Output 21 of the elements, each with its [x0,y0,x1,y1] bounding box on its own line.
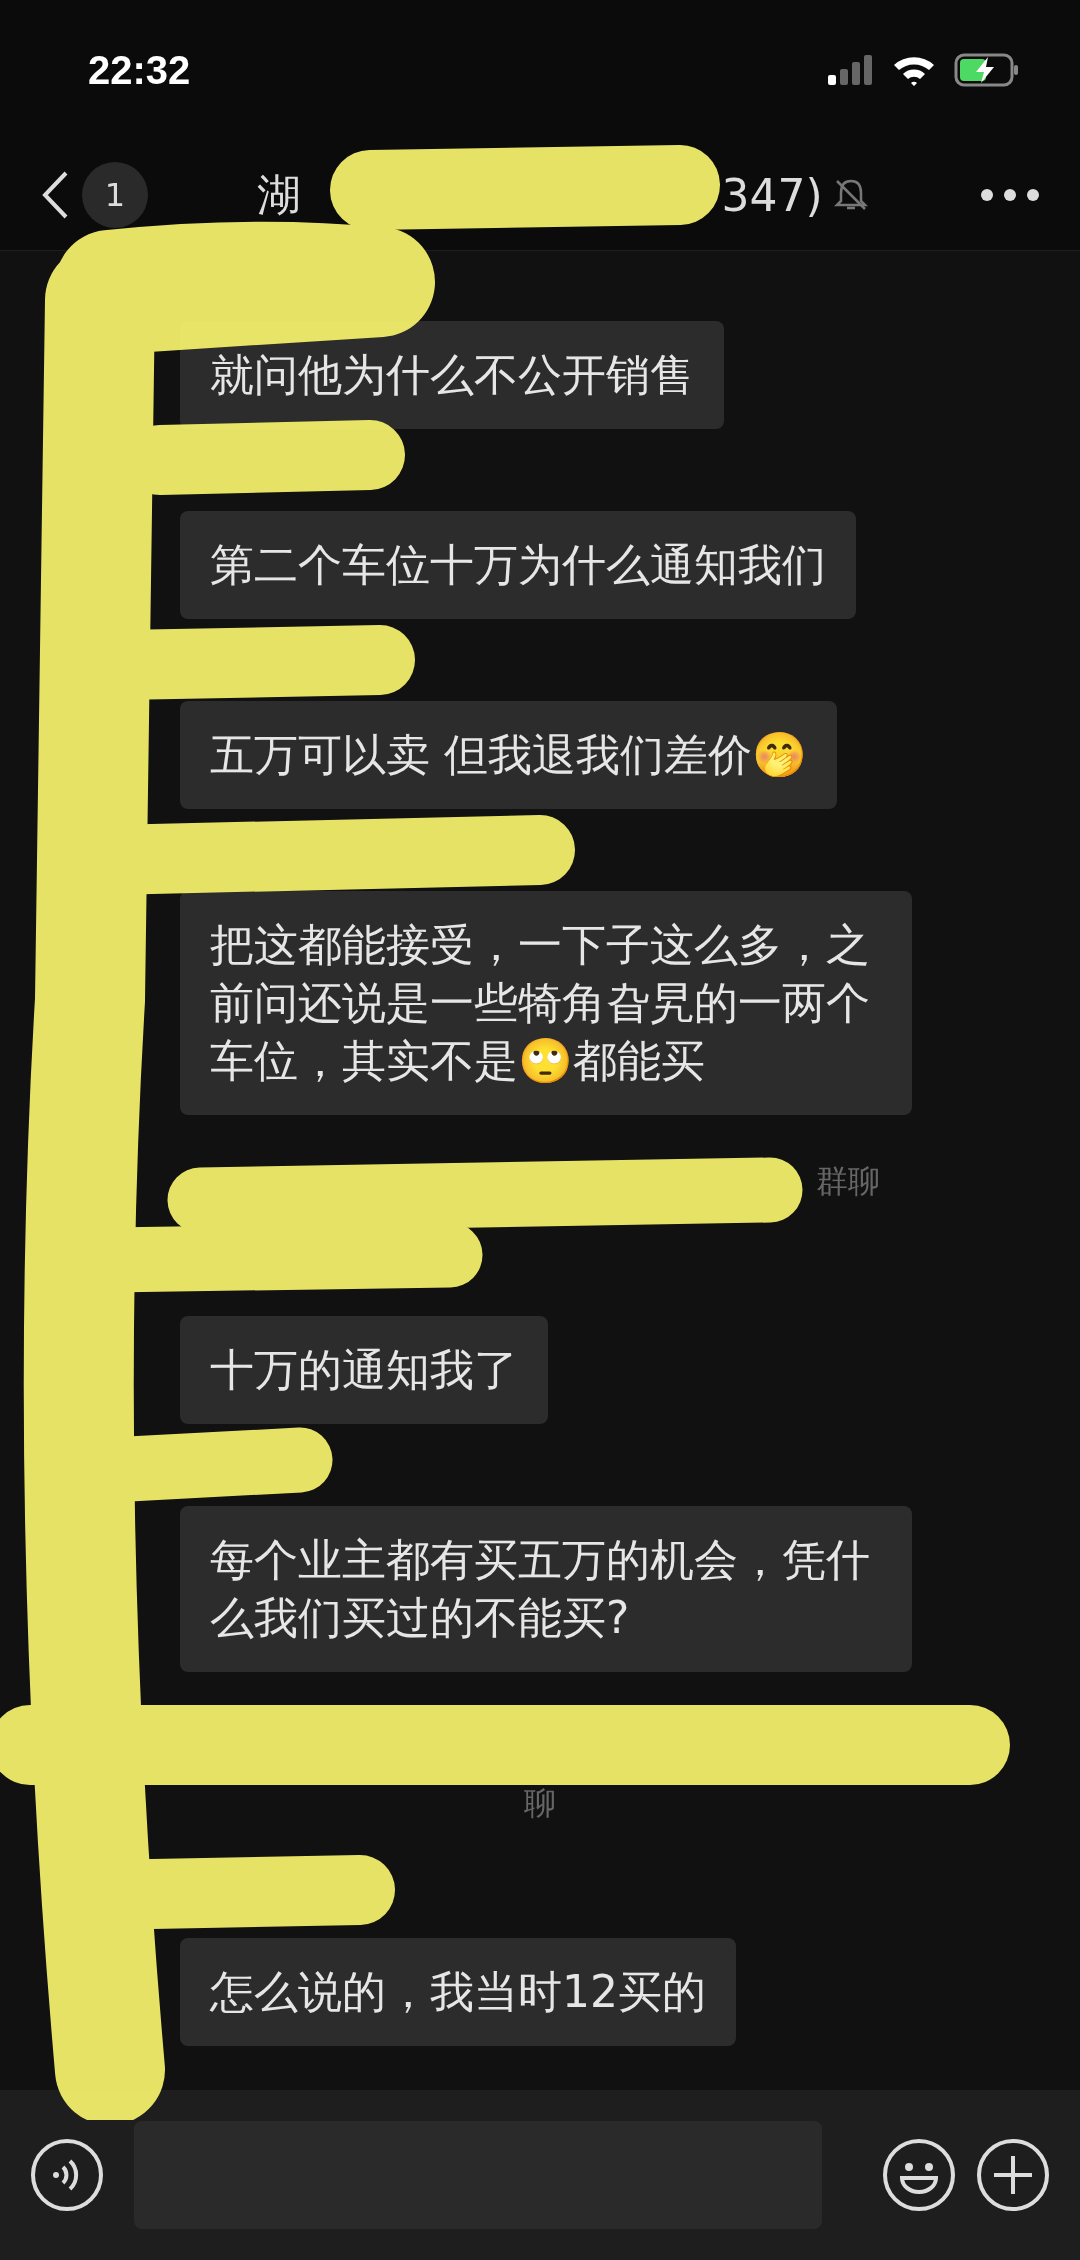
system-notice: 群聊 [816,1161,880,1202]
system-notice: 聊 [524,1783,556,1824]
wifi-icon [892,54,936,86]
back-icon[interactable] [40,170,70,220]
unread-count: 1 [82,162,148,228]
more-icon[interactable] [980,188,1040,202]
voice-icon[interactable] [30,2138,104,2212]
chat-title: 湖 [257,167,302,222]
message-bubble: 把这都能接受，一下子这么多，之前问还说是一些犄角旮旯的一两个车位，其实不是🙄都能买 [180,891,912,1115]
battery-charging-icon [954,53,1020,87]
message-input[interactable] [134,2121,822,2229]
message-bubble: 每个业主都有买五万的机会，凭什么我们买过的不能买? [180,1506,912,1672]
emoji-icon[interactable] [882,2138,956,2212]
message-bubble: 第二个车位十万为什么通知我们 [180,511,856,619]
plus-icon[interactable] [976,2138,1050,2212]
message-bubble: 五万可以卖 但我退我们差价🤭 [180,701,837,809]
signal-icon [828,55,874,85]
clock-time: 22:32 [88,47,191,93]
member-count: 347) [721,169,823,221]
message-bubble: 怎么说的，我当时12买的 [180,1938,736,2046]
message-bubble: 十万的通知我了 [180,1316,548,1424]
